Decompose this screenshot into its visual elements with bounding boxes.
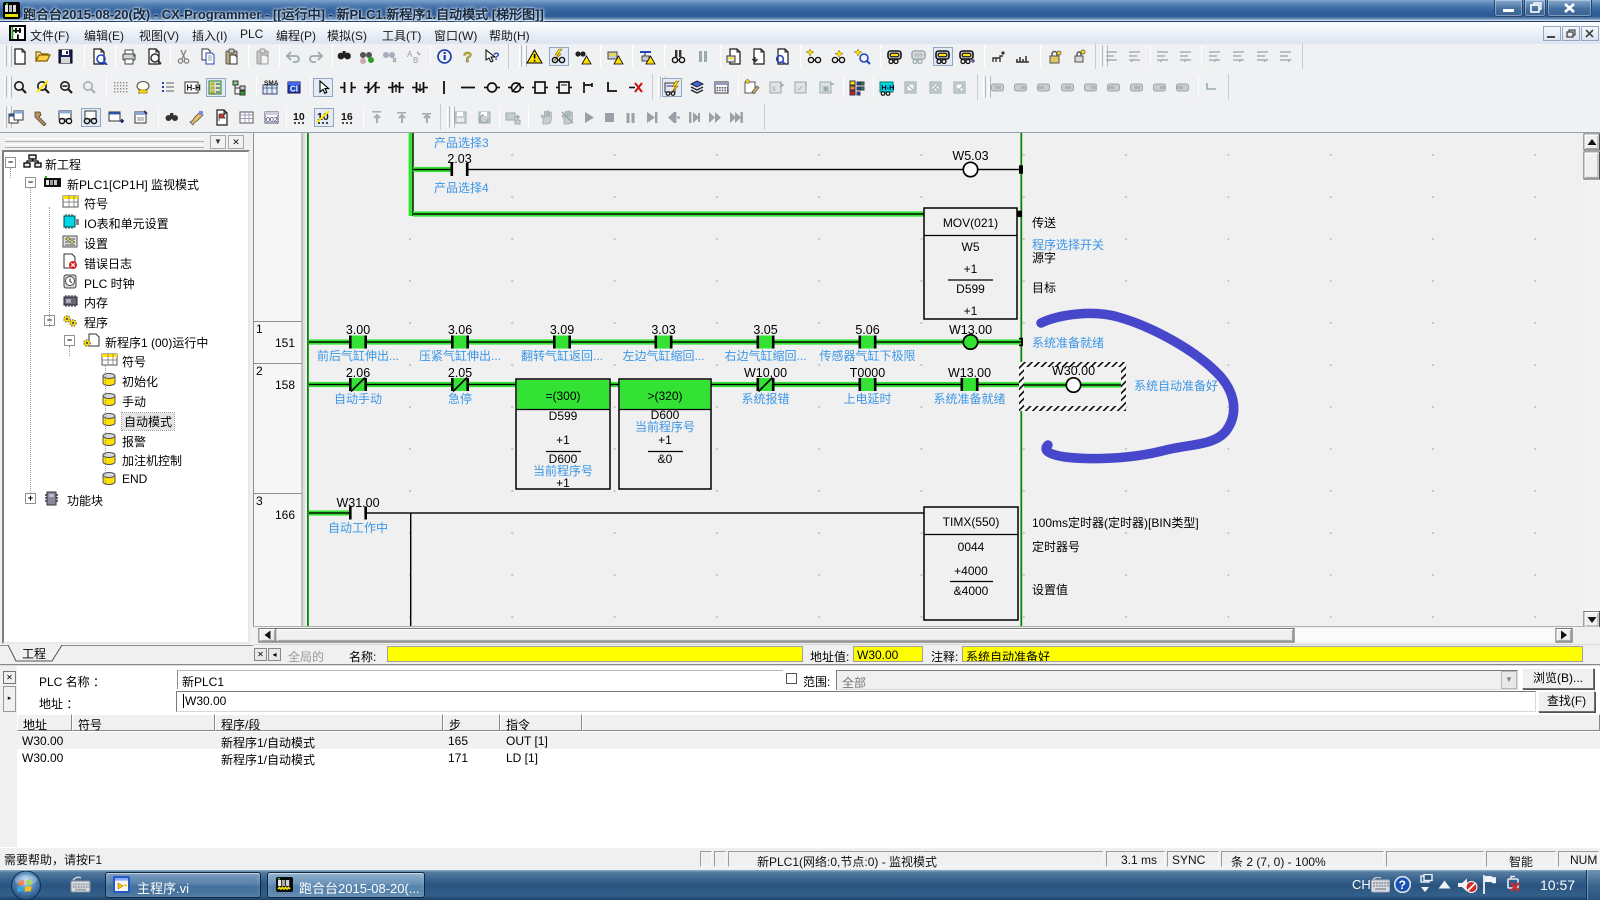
svg-text:左边气缸缩回...: 左边气缸缩回...	[622, 348, 704, 363]
svg-text:MOV(021): MOV(021)	[943, 216, 998, 230]
svg-text:>(320): >(320)	[647, 389, 682, 403]
svg-text:?: ?	[493, 51, 500, 63]
svg-text:3.00: 3.00	[346, 323, 370, 337]
svg-text:系统报错: 系统报错	[741, 391, 789, 406]
svg-text:16: 16	[341, 111, 353, 123]
svg-text:1: 1	[256, 322, 263, 336]
svg-text:✓: ✓	[797, 84, 804, 93]
svg-text:&4000: &4000	[954, 584, 989, 598]
svg-text:定时器号: 定时器号	[1032, 539, 1080, 554]
svg-text:151: 151	[275, 336, 295, 350]
svg-text:右边气缸缩回...: 右边气缸缩回...	[724, 348, 806, 363]
svg-text:D599: D599	[549, 409, 578, 423]
svg-text:2: 2	[256, 364, 263, 378]
svg-text:W5: W5	[962, 240, 980, 254]
svg-text:SMA: SMA	[264, 80, 279, 87]
svg-text:3.05: 3.05	[753, 323, 777, 337]
svg-text:0044: 0044	[958, 540, 985, 554]
svg-text:?: ?	[463, 49, 472, 65]
svg-text:10: 10	[293, 111, 305, 123]
svg-text:系统自动准备好: 系统自动准备好	[1134, 379, 1218, 393]
svg-text:+4000: +4000	[954, 564, 988, 578]
svg-text:产品选择4: 产品选择4	[434, 181, 489, 195]
svg-text:+1: +1	[556, 433, 570, 447]
svg-text:目标: 目标	[1032, 281, 1056, 295]
svg-text:自动手动: 自动手动	[334, 392, 382, 406]
svg-text:急停: 急停	[448, 391, 472, 406]
svg-text:D599: D599	[956, 282, 985, 296]
svg-text:翻转气缸返回...: 翻转气缸返回...	[521, 348, 603, 363]
svg-text:传感器气缸下极限: 传感器气缸下极限	[819, 348, 915, 363]
svg-text:158: 158	[275, 378, 295, 392]
svg-text:设置值: 设置值	[1032, 582, 1068, 597]
svg-text:系统准备就绪: 系统准备就绪	[933, 392, 1005, 406]
svg-text:W5.03: W5.03	[952, 149, 988, 163]
svg-text:=(300): =(300)	[545, 389, 580, 403]
svg-text:2.05: 2.05	[448, 366, 472, 380]
svg-text:压紧气缸伸出...: 压紧气缸伸出...	[419, 348, 501, 363]
svg-text:程序选择开关: 程序选择开关	[1032, 237, 1104, 252]
svg-text:5.06: 5.06	[855, 323, 879, 337]
svg-text:W13.00: W13.00	[948, 366, 991, 380]
svg-text:W10.00: W10.00	[744, 366, 787, 380]
svg-text:100ms定时器(定时器)[BIN类型]: 100ms定时器(定时器)[BIN类型]	[1032, 515, 1199, 530]
svg-text:+1: +1	[964, 262, 978, 276]
svg-text:当前程序号: 当前程序号	[635, 419, 695, 434]
svg-text:W30.00: W30.00	[1052, 364, 1095, 378]
svg-text:系统准备就绪: 系统准备就绪	[1032, 336, 1104, 350]
svg-text:3.09: 3.09	[550, 323, 574, 337]
svg-text:▣: ▣	[822, 84, 830, 93]
svg-text:前后气缸伸出...: 前后气缸伸出...	[317, 348, 399, 363]
svg-text:工程: 工程	[22, 646, 46, 661]
svg-text:产品选择3: 产品选择3	[434, 136, 489, 150]
svg-text:&0: &0	[658, 452, 673, 466]
svg-text:传送: 传送	[1032, 215, 1056, 230]
svg-text:W13.00: W13.00	[949, 323, 992, 337]
svg-text:H-H: H-H	[881, 83, 894, 92]
svg-text:x: x	[772, 84, 776, 93]
svg-text:3.03: 3.03	[651, 323, 675, 337]
svg-text:T0000: T0000	[850, 366, 885, 380]
svg-text:TIMX(550): TIMX(550)	[943, 515, 1000, 529]
svg-text:166: 166	[275, 508, 295, 522]
svg-text:H-H: H-H	[187, 84, 201, 93]
svg-text:自动工作中: 自动工作中	[328, 520, 388, 535]
svg-text:002: 002	[266, 117, 278, 124]
svg-text:?: ?	[1399, 878, 1406, 892]
svg-text:2.06: 2.06	[346, 366, 370, 380]
svg-text:+1: +1	[964, 304, 978, 318]
svg-text:CI: CI	[290, 85, 298, 94]
svg-text:B: B	[413, 56, 418, 65]
svg-text:+1: +1	[556, 476, 570, 490]
svg-text:3: 3	[256, 494, 263, 508]
svg-text:+1: +1	[658, 433, 672, 447]
svg-text:2.03: 2.03	[447, 152, 471, 166]
svg-text:源字: 源字	[1032, 250, 1056, 265]
svg-text:W31.00: W31.00	[336, 496, 379, 510]
svg-text:上电延时: 上电延时	[843, 392, 891, 406]
svg-text:3.06: 3.06	[448, 323, 472, 337]
